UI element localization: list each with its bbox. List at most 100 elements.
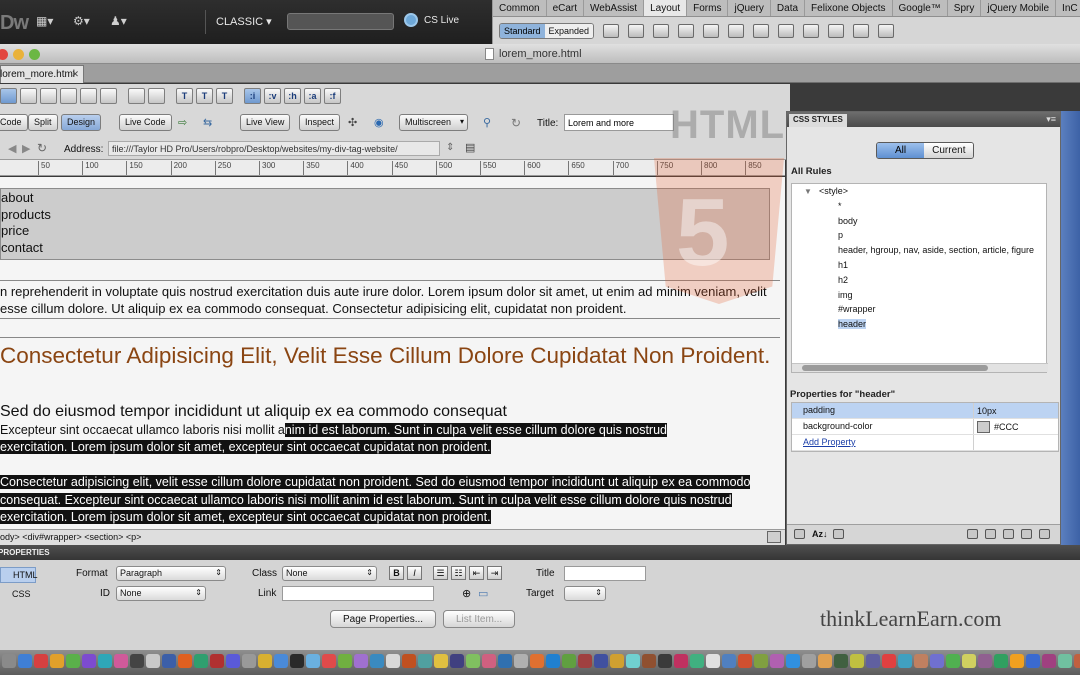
css-rule-item[interactable]: <style> (792, 186, 1048, 201)
dock-app-icon[interactable] (882, 654, 896, 668)
dock-app-icon[interactable] (914, 654, 928, 668)
property-value[interactable]: #CCC (974, 420, 1058, 433)
dock-app-icon[interactable] (50, 654, 64, 668)
code-view-button[interactable]: Code (0, 114, 28, 131)
dock-app-icon[interactable] (34, 654, 48, 668)
set-properties-icon[interactable] (833, 529, 844, 539)
browser-check-icon[interactable] (20, 88, 37, 104)
dock-app-icon[interactable] (578, 654, 592, 668)
dock-app-icon[interactable] (530, 654, 544, 668)
insert-tab-layout[interactable]: Layout (644, 0, 688, 16)
dock-app-icon[interactable] (690, 654, 704, 668)
address-input[interactable] (108, 141, 440, 156)
insert-ap-div-icon[interactable] (628, 23, 645, 38)
insert-tab-felixone-objects[interactable]: Felixone Objects (805, 0, 893, 16)
dock-app-icon[interactable] (210, 654, 224, 668)
insert-tab-webassist[interactable]: WebAssist (584, 0, 645, 16)
dock-app-icon[interactable] (674, 654, 688, 668)
dock-app-icon[interactable] (738, 654, 752, 668)
insert-tab-google-[interactable]: Google™ (893, 0, 948, 16)
insert-tab-ecart[interactable]: eCart (547, 0, 585, 16)
dock-app-icon[interactable] (434, 654, 448, 668)
refresh-icon[interactable]: ⇆ (203, 116, 212, 129)
text-tool-icon[interactable]: T (216, 88, 233, 104)
insert-tab-inc[interactable]: InC (1056, 0, 1080, 16)
search-input[interactable] (287, 13, 394, 30)
live-view-button[interactable]: Live View (240, 114, 291, 131)
paragraph[interactable]: Consectetur adipisicing elit, velit esse… (0, 474, 780, 527)
css-rule-item[interactable]: header, hgroup, nav, aside, section, art… (792, 245, 1048, 260)
dock-app-icon[interactable] (274, 654, 288, 668)
expanded-mode-button[interactable]: Expanded (544, 23, 594, 38)
split-view-button[interactable]: Split (28, 114, 58, 131)
dock-app-icon[interactable] (626, 654, 640, 668)
css-rule-item[interactable]: body (792, 216, 1048, 231)
tag-selector[interactable]: ody> <div#wrapper> <section> <p> (0, 532, 141, 542)
property-value[interactable]: 10px (974, 406, 1058, 416)
preview-icon[interactable] (80, 88, 97, 104)
close-window-icon[interactable] (0, 49, 8, 60)
dock-app-icon[interactable] (130, 654, 144, 668)
alpha-view-icon[interactable]: Az↓ (812, 529, 828, 539)
bold-button[interactable]: B (389, 566, 404, 580)
refresh-view-icon[interactable]: ↻ (511, 116, 521, 130)
dock-app-icon[interactable] (658, 654, 672, 668)
insert-frames-icon[interactable] (878, 23, 895, 38)
address-options-icon[interactable]: ⇕ (446, 142, 454, 153)
reload-icon[interactable]: ↻ (37, 141, 47, 155)
insert-div-icon[interactable] (603, 23, 620, 38)
italic-button[interactable]: I (407, 566, 422, 580)
trash-icon[interactable] (1039, 529, 1050, 539)
add-property-link[interactable]: Add Property (792, 435, 974, 450)
heading-h1[interactable]: Consectetur Adipisicing Elit, Velit Esse… (0, 340, 780, 371)
dock-app-icon[interactable] (290, 654, 304, 668)
dock-app-icon[interactable] (2, 654, 16, 668)
dock-app-icon[interactable] (562, 654, 576, 668)
text-tool-icon[interactable]: T (196, 88, 213, 104)
dock-app-icon[interactable] (706, 654, 720, 668)
insert-iframe-icon[interactable] (853, 23, 870, 38)
insert-table-icon[interactable] (653, 23, 670, 38)
dock-app-icon[interactable] (418, 654, 432, 668)
insert-tab-spry[interactable]: Spry (948, 0, 982, 16)
add-property-row[interactable]: Add Property (792, 435, 1058, 451)
horizontal-scrollbar[interactable] (792, 363, 1048, 372)
insert-accordion-icon[interactable] (753, 23, 770, 38)
pointer-tool-icon[interactable] (767, 531, 781, 543)
insert-tab-common[interactable]: Common (493, 0, 547, 16)
all-button[interactable]: All (877, 143, 925, 158)
attach-stylesheet-icon[interactable] (967, 529, 978, 539)
id-select[interactable]: None ⇕ (116, 586, 206, 601)
dock-app-icon[interactable] (194, 654, 208, 668)
show-code-icon[interactable] (0, 88, 17, 104)
nav-item-about[interactable]: about (1, 190, 51, 207)
dock-app-icon[interactable] (66, 654, 80, 668)
dock-app-icon[interactable] (258, 654, 272, 668)
css-rule-item[interactable]: header (792, 319, 1048, 334)
css-rule-item[interactable]: * (792, 201, 1048, 216)
indent-icon[interactable]: ⇥ (487, 566, 502, 580)
dock-app-icon[interactable] (402, 654, 416, 668)
insert-tab-data[interactable]: Data (771, 0, 806, 16)
color-swatch[interactable] (977, 420, 990, 433)
dock-app-icon[interactable] (754, 654, 768, 668)
class-select[interactable]: None ⇕ (282, 566, 377, 581)
insert-tab-jquery-mobile[interactable]: jQuery Mobile (981, 0, 1057, 16)
category-view-icon[interactable] (794, 529, 805, 539)
css-rule-item[interactable]: p (792, 230, 1048, 245)
dock-app-icon[interactable] (466, 654, 480, 668)
insert-table-view-icon[interactable] (803, 23, 820, 38)
point-to-file-icon[interactable]: ⊕ (462, 587, 471, 600)
insert-spry-menu-icon[interactable] (703, 23, 720, 38)
dock-app-icon[interactable] (82, 654, 96, 668)
browse-folder-icon[interactable]: ▭ (478, 587, 488, 600)
file-status-icon[interactable] (40, 88, 57, 104)
insert-tag-icon[interactable]: :a (304, 88, 321, 104)
design-view-button[interactable]: Design (61, 114, 102, 131)
dock-app-icon[interactable] (770, 654, 784, 668)
forward-icon[interactable]: ▶ (22, 142, 30, 155)
paragraph[interactable]: Excepteur sint occaecat ullamco laboris … (0, 422, 780, 456)
dock-app-icon[interactable] (322, 654, 336, 668)
css-rule-item[interactable]: #wrapper (792, 304, 1048, 319)
dock-app-icon[interactable] (386, 654, 400, 668)
